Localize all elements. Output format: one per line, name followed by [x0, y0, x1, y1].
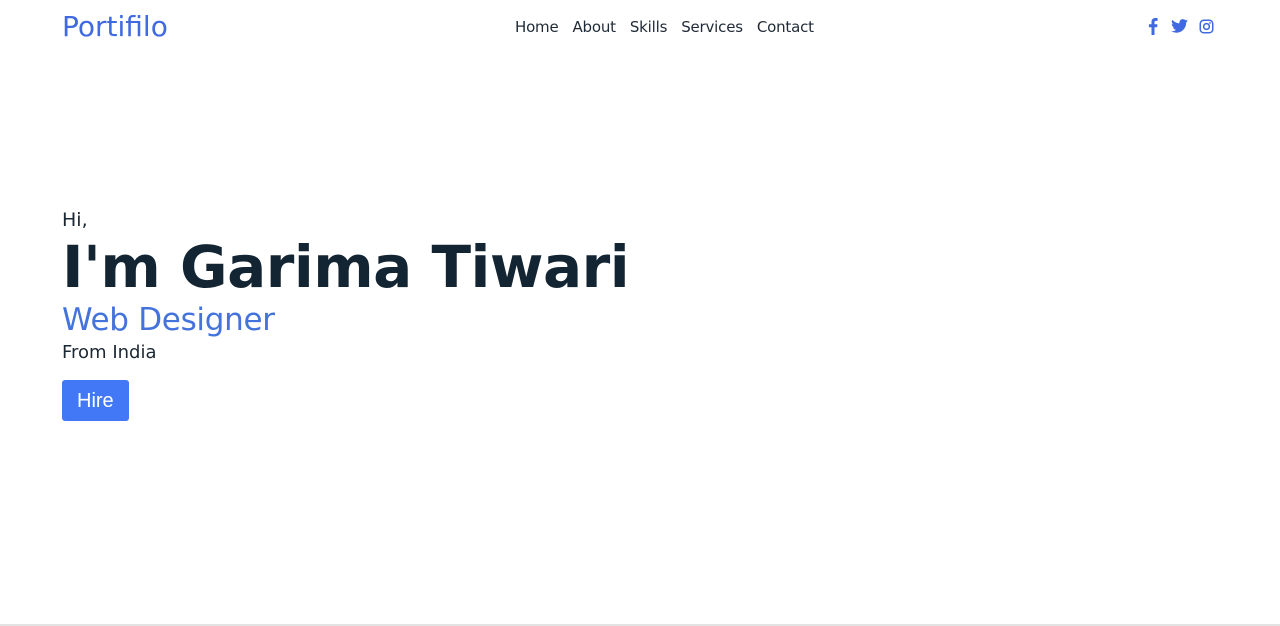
brand-logo[interactable]: Portifilo — [62, 8, 168, 46]
nav-item-home[interactable]: Home — [515, 17, 559, 37]
hero-role: Web Designer — [62, 302, 275, 338]
nav-item-skills[interactable]: Skills — [630, 17, 668, 37]
instagram-icon[interactable] — [1198, 18, 1215, 35]
social-links — [1144, 17, 1215, 35]
nav-item-about[interactable]: About — [573, 17, 617, 37]
hero-section: Hi, I'm Garima Tiwari Web Designer From … — [62, 206, 630, 421]
site-header: Portifilo Home About Skills Services Con… — [0, 0, 1280, 54]
hire-button[interactable]: Hire — [62, 380, 129, 421]
facebook-icon[interactable] — [1144, 17, 1161, 35]
hero-name: I'm Garima Tiwari — [62, 233, 630, 301]
main-nav: Home About Skills Services Contact — [515, 17, 814, 37]
nav-item-contact[interactable]: Contact — [757, 17, 814, 37]
twitter-icon[interactable] — [1171, 18, 1188, 35]
nav-item-services[interactable]: Services — [681, 17, 743, 37]
hero-greeting: Hi, — [62, 209, 88, 231]
hero-location: From India — [62, 342, 157, 363]
